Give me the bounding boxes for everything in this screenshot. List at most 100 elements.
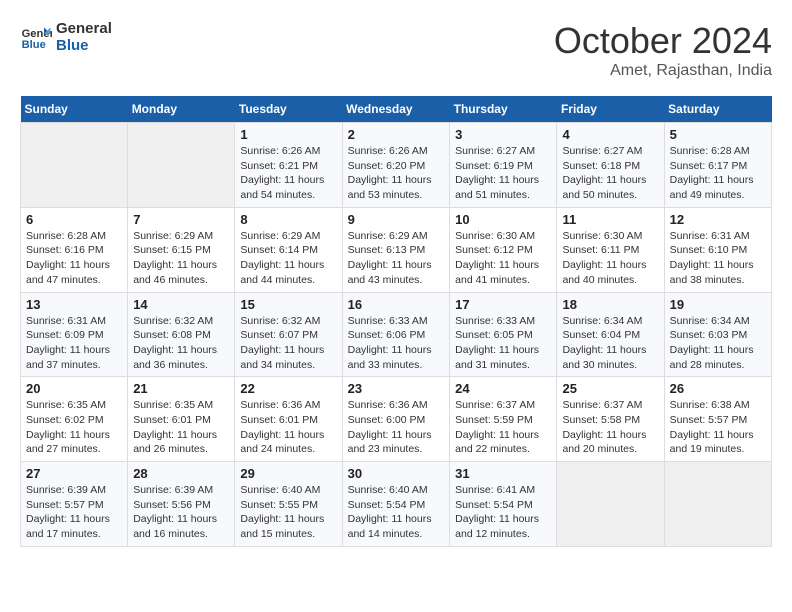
day-cell: 26 Sunrise: 6:38 AM Sunset: 5:57 PM Dayli… <box>664 377 771 462</box>
day-cell: 23 Sunrise: 6:36 AM Sunset: 6:00 PM Dayli… <box>342 377 450 462</box>
day-info: Sunrise: 6:35 AM Sunset: 6:01 PM Dayligh… <box>133 398 229 457</box>
svg-text:Blue: Blue <box>22 39 46 51</box>
header-day-monday: Monday <box>128 96 235 123</box>
day-cell: 25Sunrise: 6:37 AM Sunset: 5:58 PM Dayli… <box>557 377 664 462</box>
week-row-1: 1 Sunrise: 6:26 AM Sunset: 6:21 PM Daylig… <box>21 123 772 208</box>
day-info: Sunrise: 6:32 AM Sunset: 6:08 PM Dayligh… <box>133 314 229 373</box>
day-number: 15 <box>240 297 336 312</box>
day-number: 21 <box>133 381 229 396</box>
title-block: October 2024 Amet, Rajasthan, India <box>554 20 772 80</box>
day-number: 10 <box>455 212 551 227</box>
day-cell: 30 Sunrise: 6:40 AM Sunset: 5:54 PM Dayli… <box>342 462 450 547</box>
logo-icon: General Blue <box>20 21 52 53</box>
day-info: Sunrise: 6:29 AM Sunset: 6:15 PM Dayligh… <box>133 229 229 288</box>
day-cell: 4 Sunrise: 6:27 AM Sunset: 6:18 PM Daylig… <box>557 123 664 208</box>
day-info: Sunrise: 6:34 AM Sunset: 6:03 PM Dayligh… <box>670 314 766 373</box>
day-cell: 7 Sunrise: 6:29 AM Sunset: 6:15 PM Daylig… <box>128 207 235 292</box>
day-cell: 16 Sunrise: 6:33 AM Sunset: 6:06 PM Dayli… <box>342 292 450 377</box>
day-cell: 1 Sunrise: 6:26 AM Sunset: 6:21 PM Daylig… <box>235 123 342 208</box>
page-header: General Blue General Blue October 2024 A… <box>20 20 772 80</box>
day-number: 1 <box>240 127 336 142</box>
day-number: 4 <box>562 127 658 142</box>
day-info: Sunrise: 6:40 AM Sunset: 5:54 PM Dayligh… <box>348 483 445 542</box>
day-info: Sunrise: 6:38 AM Sunset: 5:57 PM Dayligh… <box>670 398 766 457</box>
day-cell: 28 Sunrise: 6:39 AM Sunset: 5:56 PM Dayli… <box>128 462 235 547</box>
day-number: 17 <box>455 297 551 312</box>
day-info: Sunrise: 6:40 AM Sunset: 5:55 PM Dayligh… <box>240 483 336 542</box>
day-cell <box>557 462 664 547</box>
day-cell: 24 Sunrise: 6:37 AM Sunset: 5:59 PM Dayli… <box>450 377 557 462</box>
day-number: 31 <box>455 466 551 481</box>
day-info: Sunrise: 6:32 AM Sunset: 6:07 PM Dayligh… <box>240 314 336 373</box>
header-row: SundayMondayTuesdayWednesdayThursdayFrid… <box>21 96 772 123</box>
day-number: 23 <box>348 381 445 396</box>
day-cell: 15 Sunrise: 6:32 AM Sunset: 6:07 PM Dayli… <box>235 292 342 377</box>
month-title: October 2024 <box>554 20 772 62</box>
day-info: Sunrise: 6:27 AM Sunset: 6:18 PM Dayligh… <box>562 144 658 203</box>
logo: General Blue General Blue <box>20 20 112 54</box>
day-info: Sunrise: 6:26 AM Sunset: 6:20 PM Dayligh… <box>348 144 445 203</box>
day-number: 3 <box>455 127 551 142</box>
week-row-3: 13 Sunrise: 6:31 AM Sunset: 6:09 PM Dayli… <box>21 292 772 377</box>
day-cell: 18Sunrise: 6:34 AM Sunset: 6:04 PM Dayli… <box>557 292 664 377</box>
week-row-4: 20Sunrise: 6:35 AM Sunset: 6:02 PM Dayli… <box>21 377 772 462</box>
day-info: Sunrise: 6:37 AM Sunset: 5:59 PM Dayligh… <box>455 398 551 457</box>
day-number: 25 <box>562 381 658 396</box>
header-day-tuesday: Tuesday <box>235 96 342 123</box>
day-info: Sunrise: 6:28 AM Sunset: 6:17 PM Dayligh… <box>670 144 766 203</box>
day-info: Sunrise: 6:30 AM Sunset: 6:11 PM Dayligh… <box>562 229 658 288</box>
day-cell <box>128 123 235 208</box>
day-number: 30 <box>348 466 445 481</box>
day-number: 18 <box>562 297 658 312</box>
header-day-friday: Friday <box>557 96 664 123</box>
day-number: 11 <box>562 212 658 227</box>
logo-blue: Blue <box>56 37 112 54</box>
day-info: Sunrise: 6:29 AM Sunset: 6:14 PM Dayligh… <box>240 229 336 288</box>
day-cell <box>21 123 128 208</box>
day-number: 13 <box>26 297 122 312</box>
day-number: 20 <box>26 381 122 396</box>
day-cell: 13 Sunrise: 6:31 AM Sunset: 6:09 PM Dayli… <box>21 292 128 377</box>
day-number: 6 <box>26 212 122 227</box>
svg-text:General: General <box>22 28 52 40</box>
day-info: Sunrise: 6:33 AM Sunset: 6:06 PM Dayligh… <box>348 314 445 373</box>
logo-general: General <box>56 20 112 37</box>
day-cell: 21 Sunrise: 6:35 AM Sunset: 6:01 PM Dayli… <box>128 377 235 462</box>
day-cell: 10 Sunrise: 6:30 AM Sunset: 6:12 PM Dayli… <box>450 207 557 292</box>
day-number: 28 <box>133 466 229 481</box>
day-info: Sunrise: 6:31 AM Sunset: 6:09 PM Dayligh… <box>26 314 122 373</box>
day-number: 19 <box>670 297 766 312</box>
day-info: Sunrise: 6:39 AM Sunset: 5:56 PM Dayligh… <box>133 483 229 542</box>
day-info: Sunrise: 6:26 AM Sunset: 6:21 PM Dayligh… <box>240 144 336 203</box>
header-day-thursday: Thursday <box>450 96 557 123</box>
day-cell: 17Sunrise: 6:33 AM Sunset: 6:05 PM Dayli… <box>450 292 557 377</box>
day-info: Sunrise: 6:36 AM Sunset: 6:00 PM Dayligh… <box>348 398 445 457</box>
day-number: 24 <box>455 381 551 396</box>
day-cell: 9Sunrise: 6:29 AM Sunset: 6:13 PM Daylig… <box>342 207 450 292</box>
day-cell <box>664 462 771 547</box>
day-cell: 8 Sunrise: 6:29 AM Sunset: 6:14 PM Daylig… <box>235 207 342 292</box>
day-cell: 31Sunrise: 6:41 AM Sunset: 5:54 PM Dayli… <box>450 462 557 547</box>
day-number: 5 <box>670 127 766 142</box>
day-info: Sunrise: 6:31 AM Sunset: 6:10 PM Dayligh… <box>670 229 766 288</box>
day-number: 8 <box>240 212 336 227</box>
day-number: 16 <box>348 297 445 312</box>
day-cell: 6 Sunrise: 6:28 AM Sunset: 6:16 PM Daylig… <box>21 207 128 292</box>
day-info: Sunrise: 6:39 AM Sunset: 5:57 PM Dayligh… <box>26 483 122 542</box>
day-cell: 14Sunrise: 6:32 AM Sunset: 6:08 PM Dayli… <box>128 292 235 377</box>
week-row-2: 6 Sunrise: 6:28 AM Sunset: 6:16 PM Daylig… <box>21 207 772 292</box>
week-row-5: 27Sunrise: 6:39 AM Sunset: 5:57 PM Dayli… <box>21 462 772 547</box>
day-info: Sunrise: 6:28 AM Sunset: 6:16 PM Dayligh… <box>26 229 122 288</box>
day-cell: 19 Sunrise: 6:34 AM Sunset: 6:03 PM Dayli… <box>664 292 771 377</box>
day-number: 7 <box>133 212 229 227</box>
day-cell: 2Sunrise: 6:26 AM Sunset: 6:20 PM Daylig… <box>342 123 450 208</box>
day-info: Sunrise: 6:36 AM Sunset: 6:01 PM Dayligh… <box>240 398 336 457</box>
day-cell: 29Sunrise: 6:40 AM Sunset: 5:55 PM Dayli… <box>235 462 342 547</box>
day-number: 26 <box>670 381 766 396</box>
day-cell: 3Sunrise: 6:27 AM Sunset: 6:19 PM Daylig… <box>450 123 557 208</box>
day-number: 12 <box>670 212 766 227</box>
day-cell: 5 Sunrise: 6:28 AM Sunset: 6:17 PM Daylig… <box>664 123 771 208</box>
header-day-sunday: Sunday <box>21 96 128 123</box>
day-info: Sunrise: 6:30 AM Sunset: 6:12 PM Dayligh… <box>455 229 551 288</box>
day-cell: 11 Sunrise: 6:30 AM Sunset: 6:11 PM Dayli… <box>557 207 664 292</box>
